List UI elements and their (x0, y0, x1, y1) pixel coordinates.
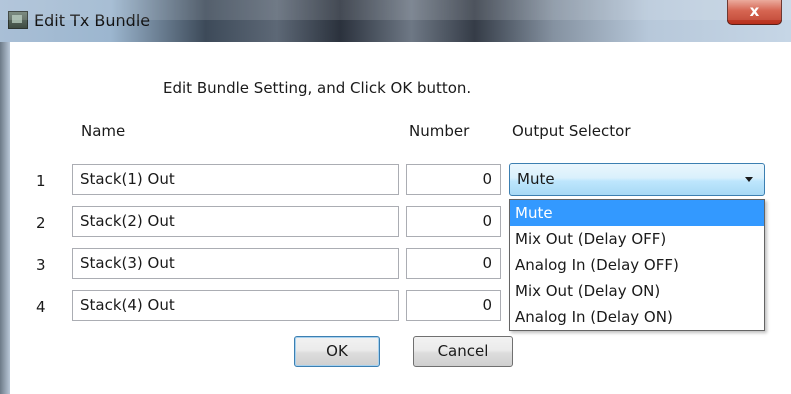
dropdown-option-mix-out-delay-on[interactable]: Mix Out (Delay ON) (510, 278, 764, 304)
header-output-selector: Output Selector (512, 122, 631, 140)
close-button[interactable]: x (727, 0, 782, 25)
name-field-3[interactable]: Stack(3) Out (72, 248, 399, 279)
ok-button[interactable]: OK (294, 336, 380, 367)
row-index: 1 (36, 172, 46, 190)
number-field-3[interactable]: 0 (406, 248, 501, 279)
chevron-down-icon[interactable] (745, 177, 753, 182)
instruction-text: Edit Bundle Setting, and Click OK button… (163, 79, 472, 97)
name-field-2[interactable]: Stack(2) Out (72, 206, 399, 237)
dropdown-option-analog-in-delay-on[interactable]: Analog In (Delay ON) (510, 304, 764, 330)
header-name: Name (81, 122, 126, 140)
dropdown-option-mix-out-delay-off[interactable]: Mix Out (Delay OFF) (510, 226, 764, 252)
number-field-2[interactable]: 0 (406, 206, 501, 237)
row-index: 2 (36, 214, 46, 232)
output-selector-value: Mute (517, 170, 555, 188)
cancel-button[interactable]: Cancel (413, 336, 513, 367)
dropdown-option-analog-in-delay-off[interactable]: Analog In (Delay OFF) (510, 252, 764, 278)
window-border-left (0, 42, 10, 394)
header-number: Number (409, 122, 470, 140)
window-title: Edit Tx Bundle (34, 11, 151, 30)
app-icon (8, 11, 28, 29)
dropdown-option-mute[interactable]: Mute (510, 200, 764, 226)
title-bar[interactable]: Edit Tx Bundle x (0, 0, 791, 42)
name-field-4[interactable]: Stack(4) Out (72, 290, 399, 321)
output-selector-combobox[interactable]: Mute (509, 163, 765, 196)
name-field-1[interactable]: Stack(1) Out (72, 164, 399, 195)
row-index: 4 (36, 298, 46, 316)
number-field-4[interactable]: 0 (406, 290, 501, 321)
close-icon: x (749, 2, 760, 20)
number-field-1[interactable]: 0 (406, 164, 501, 195)
output-selector-dropdown: Mute Mix Out (Delay OFF) Analog In (Dela… (509, 199, 765, 331)
row-index: 3 (36, 256, 46, 274)
